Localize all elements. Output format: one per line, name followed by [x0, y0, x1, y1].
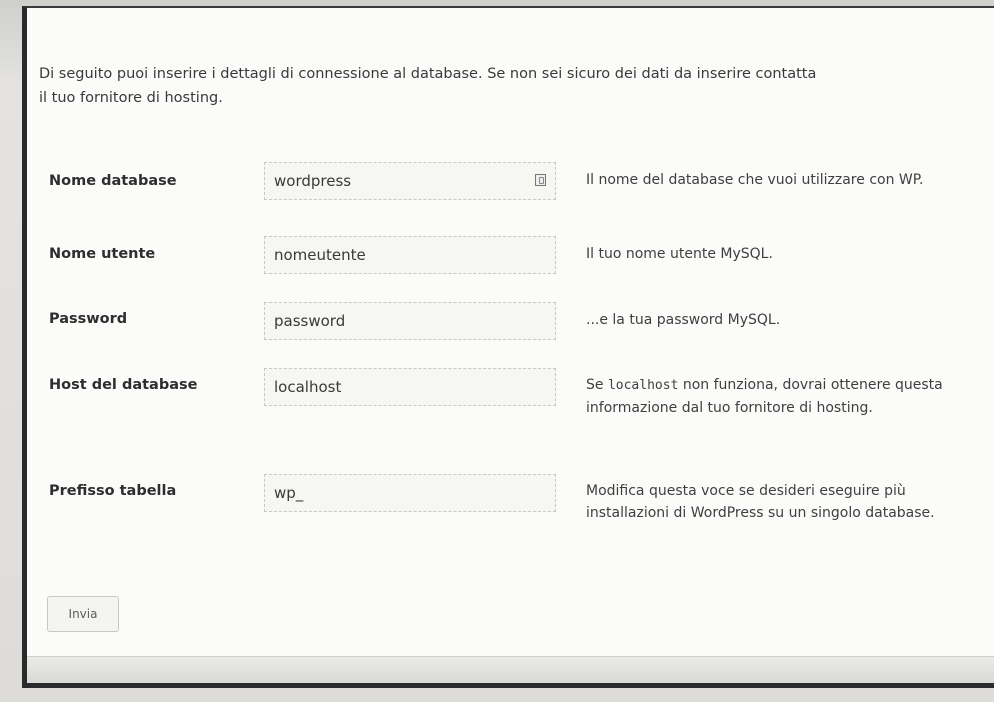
desc-database-name: Il nome del database che vuoi utilizzare… [586, 172, 924, 188]
intro-line-1: Di seguito puoi inserire i dettagli di c… [39, 66, 817, 82]
database-host-value: localhost [274, 378, 342, 396]
password-value: password [274, 312, 346, 330]
table-prefix-value: wp_ [274, 484, 304, 502]
desc-host-pre: Se [586, 377, 608, 393]
label-username: Nome utente [49, 246, 156, 262]
label-password: Password [49, 311, 128, 327]
database-name-value: wordpress [274, 172, 352, 190]
desc-username: Il tuo nome utente MySQL. [586, 246, 773, 262]
desc-table-prefix: Modifica questa voce se desideri eseguir… [586, 483, 935, 521]
setup-config-panel: Di seguito puoi inserire i dettagli di c… [22, 6, 994, 688]
username-value: nomeutente [274, 246, 366, 264]
database-name-input[interactable]: wordpress [264, 162, 556, 200]
intro-line-2: il tuo fornitore di hosting. [39, 90, 223, 106]
database-host-input[interactable]: localhost [264, 368, 556, 406]
label-database-name: Nome database [49, 173, 177, 189]
table-prefix-input[interactable]: wp_ [264, 474, 556, 512]
username-input[interactable]: nomeutente [264, 236, 556, 274]
intro-text: Di seguito puoi inserire i dettagli di c… [39, 62, 989, 110]
desc-password: ...e la tua password MySQL. [586, 312, 781, 328]
submit-button[interactable]: Invia [47, 596, 119, 632]
lock-icon[interactable] [535, 174, 546, 186]
desc-database-host: Se localhost non funziona, dovrai ottene… [586, 374, 956, 419]
desc-host-code: localhost [607, 378, 679, 393]
label-table-prefix: Prefisso tabella [49, 483, 177, 499]
password-input[interactable]: password [264, 302, 556, 340]
footer-strip [27, 656, 994, 683]
label-database-host: Host del database [49, 377, 198, 393]
